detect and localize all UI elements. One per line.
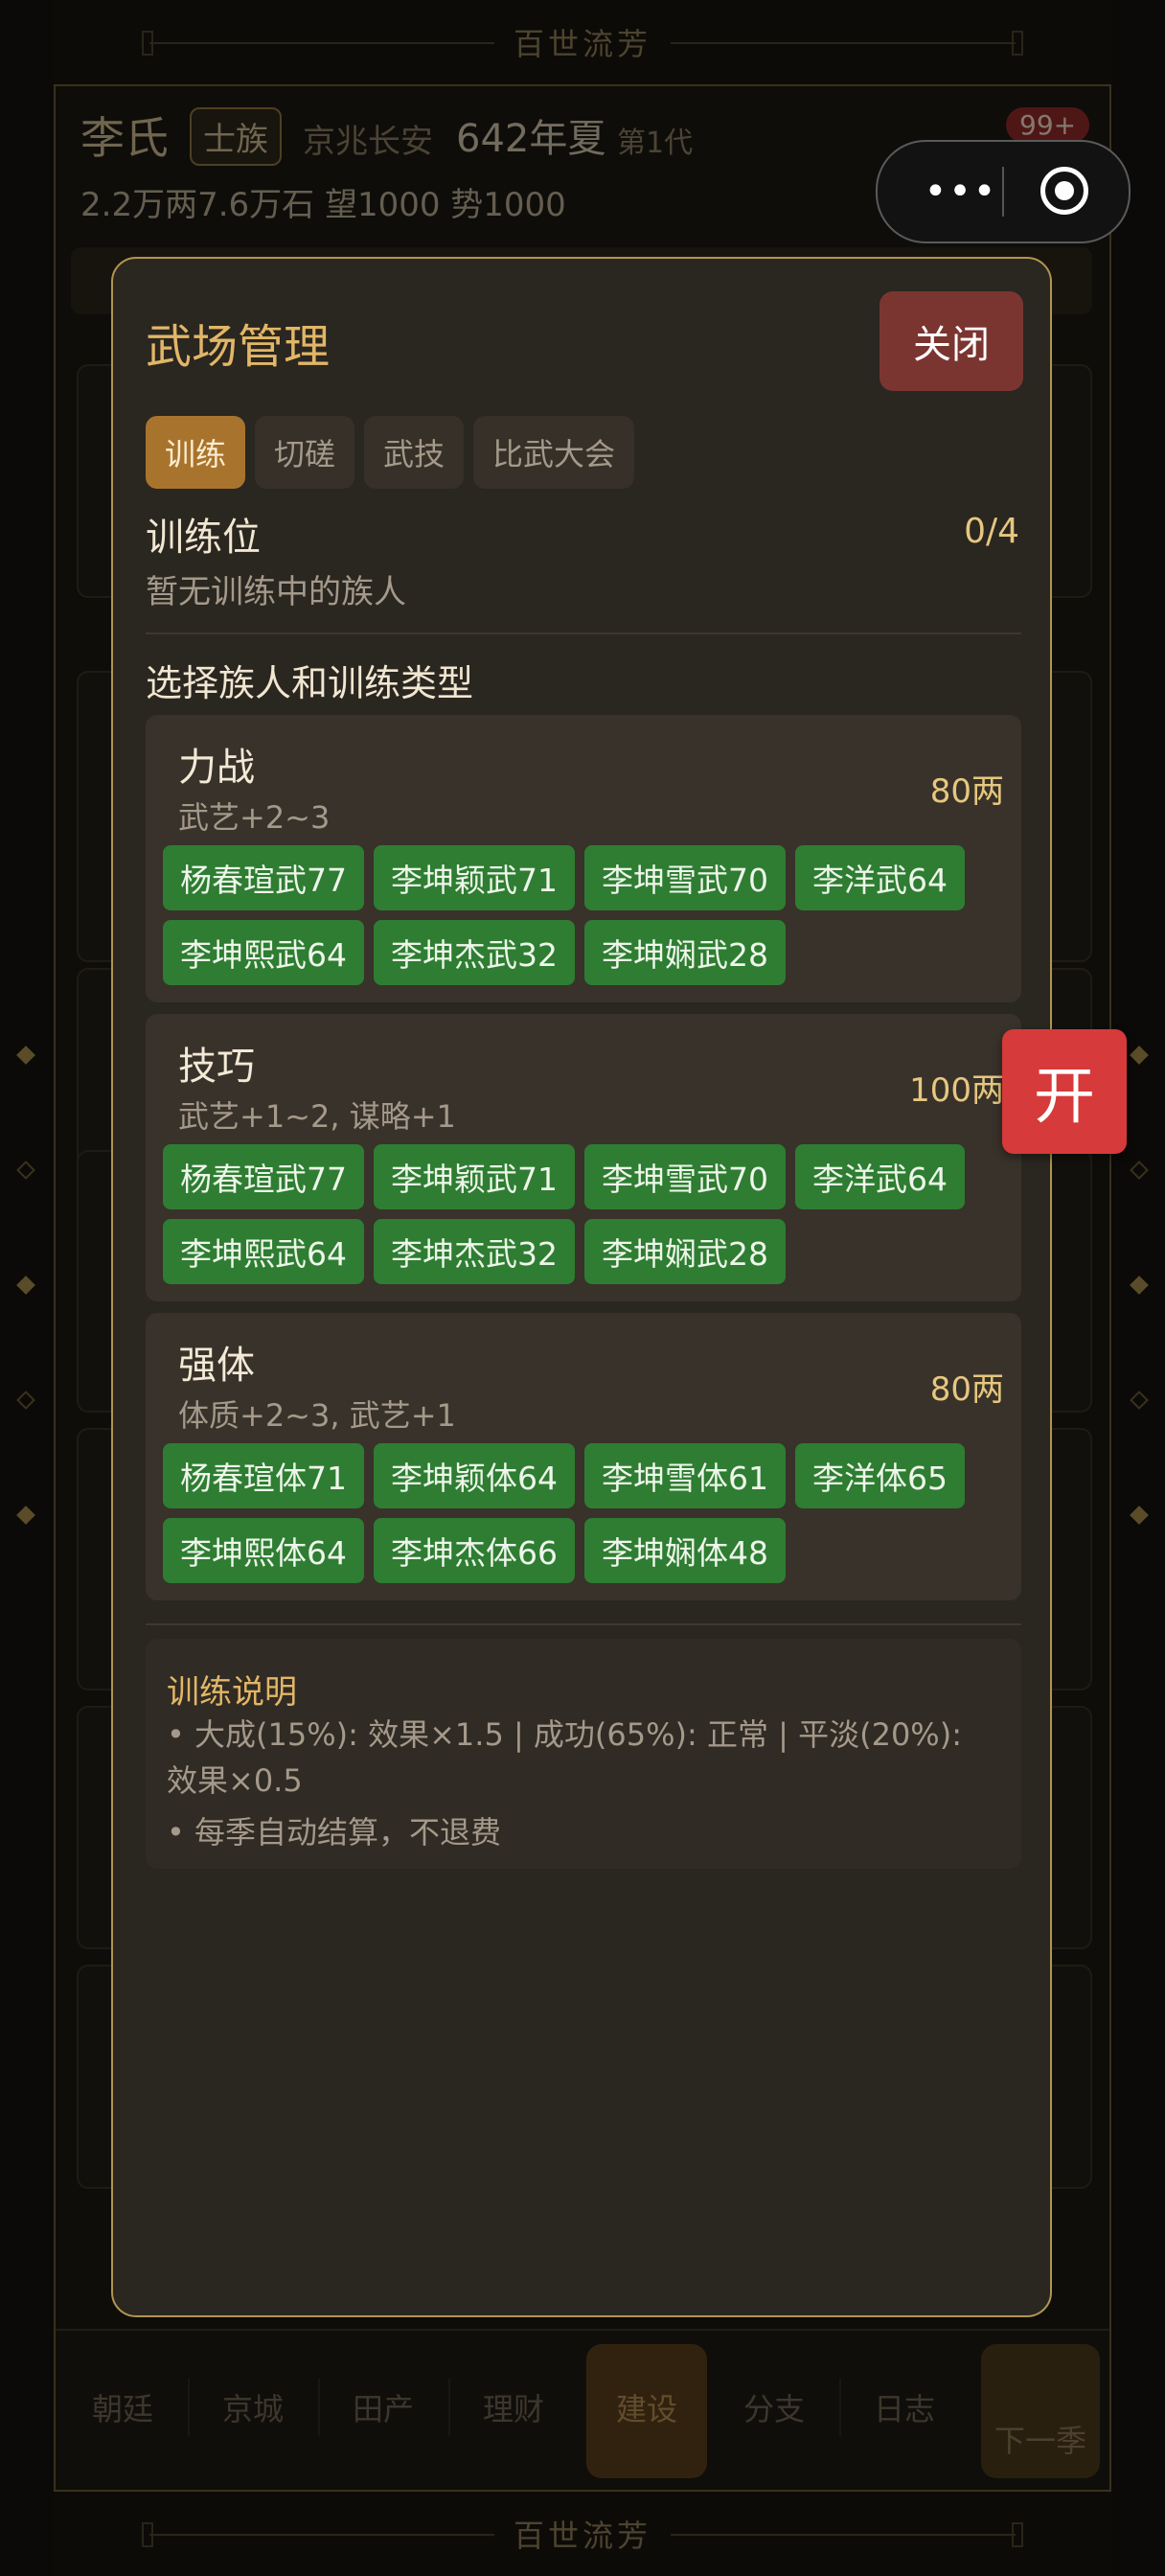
member-chip[interactable]: 李洋武64 [795, 1144, 965, 1209]
miniprogram-capsule: ••• [876, 140, 1131, 243]
divider [146, 1623, 1021, 1625]
member-chip[interactable]: 杨春瑄武77 [163, 1144, 364, 1209]
training-note-line: • 大成(15%): 效果×1.5 | 成功(65%): 正常 | 平淡(20%… [167, 1716, 962, 1799]
member-chip[interactable]: 李洋体65 [795, 1443, 965, 1508]
member-chip[interactable]: 李坤颖武71 [374, 845, 575, 910]
member-chip[interactable]: 李坤杰武32 [374, 1219, 575, 1284]
close-miniprogram-icon[interactable] [1040, 167, 1088, 215]
training-slots-empty: 暂无训练中的族人 [146, 573, 406, 611]
martial-arena-modal: 武场管理 关闭 训练 切磋 武技 比武大会 训练位 0/4 暂无训练中的族人 选… [111, 257, 1052, 2317]
member-chip[interactable]: 李坤雪武70 [584, 1144, 786, 1209]
member-chip[interactable]: 李坤颖武71 [374, 1144, 575, 1209]
member-chip[interactable]: 杨春瑄武77 [163, 845, 364, 910]
training-type-effect: 体质+2~3, 武艺+1 [178, 1397, 456, 1434]
tab-training[interactable]: 训练 [146, 416, 246, 489]
member-chip[interactable]: 李坤熙武64 [163, 920, 364, 985]
training-type-name: 力战 [178, 746, 255, 790]
training-type-card: 力战 80两 武艺+2~3 杨春瑄武77 李坤颖武71 李坤雪武70 李洋武64… [146, 715, 1021, 1002]
training-type-effect: 武艺+2~3 [178, 799, 331, 836]
member-chip[interactable]: 李坤雪武70 [584, 845, 786, 910]
member-chip[interactable]: 李坤娴体48 [584, 1518, 786, 1583]
member-chip-list: 杨春瑄武77 李坤颖武71 李坤雪武70 李洋武64 李坤熙武64 李坤杰武32… [163, 1144, 1006, 1284]
member-chip[interactable]: 李坤杰体66 [374, 1518, 575, 1583]
tab-martial-skills[interactable]: 武技 [364, 416, 465, 489]
member-chip[interactable]: 李洋武64 [795, 845, 965, 910]
training-notes-title: 训练说明 [167, 1673, 297, 1712]
member-chip[interactable]: 李坤熙体64 [163, 1518, 364, 1583]
training-type-name: 技巧 [178, 1045, 255, 1089]
member-chip[interactable]: 李坤娴武28 [584, 920, 786, 985]
member-chip[interactable]: 杨春瑄体71 [163, 1443, 364, 1508]
tab-sparring[interactable]: 切磋 [255, 416, 355, 489]
training-type-name: 强体 [178, 1344, 255, 1388]
member-chip[interactable]: 李坤雪体61 [584, 1443, 786, 1508]
member-chip[interactable]: 李坤娴武28 [584, 1219, 786, 1284]
open-float-button[interactable]: 开 [1002, 1029, 1127, 1154]
training-type-card: 强体 80两 体质+2~3, 武艺+1 杨春瑄体71 李坤颖体64 李坤雪体61… [146, 1313, 1021, 1600]
member-chip[interactable]: 李坤颖体64 [374, 1443, 575, 1508]
training-slots-count: 0/4 [964, 512, 1019, 551]
capsule-divider [1002, 167, 1004, 217]
training-note-line: • 每季自动结算，不退费 [167, 1814, 502, 1851]
training-type-cost: 100两 [909, 1071, 1004, 1110]
tab-tournament[interactable]: 比武大会 [473, 416, 635, 489]
member-chip-list: 杨春瑄体71 李坤颖体64 李坤雪体61 李洋体65 李坤熙体64 李坤杰体66… [163, 1443, 1006, 1583]
training-type-cost: 80两 [929, 1370, 1004, 1409]
member-chip[interactable]: 李坤杰武32 [374, 920, 575, 985]
divider [146, 632, 1021, 634]
select-section-title: 选择族人和训练类型 [146, 662, 474, 704]
training-type-cost: 80两 [929, 772, 1004, 811]
more-icon[interactable]: ••• [918, 165, 1004, 218]
training-slots-title: 训练位 [146, 516, 261, 560]
tab-bar: 训练 切磋 武技 比武大会 [146, 416, 635, 489]
training-notes: 训练说明 • 大成(15%): 效果×1.5 | 成功(65%): 正常 | 平… [146, 1639, 1021, 1869]
training-type-effect: 武艺+1~2, 谋略+1 [178, 1098, 456, 1135]
member-chip-list: 杨春瑄武77 李坤颖武71 李坤雪武70 李洋武64 李坤熙武64 李坤杰武32… [163, 845, 1006, 985]
member-chip[interactable]: 李坤熙武64 [163, 1219, 364, 1284]
training-type-card: 技巧 100两 武艺+1~2, 谋略+1 杨春瑄武77 李坤颖武71 李坤雪武7… [146, 1014, 1021, 1301]
modal-title: 武场管理 [146, 320, 331, 374]
close-button[interactable]: 关闭 [879, 291, 1023, 391]
